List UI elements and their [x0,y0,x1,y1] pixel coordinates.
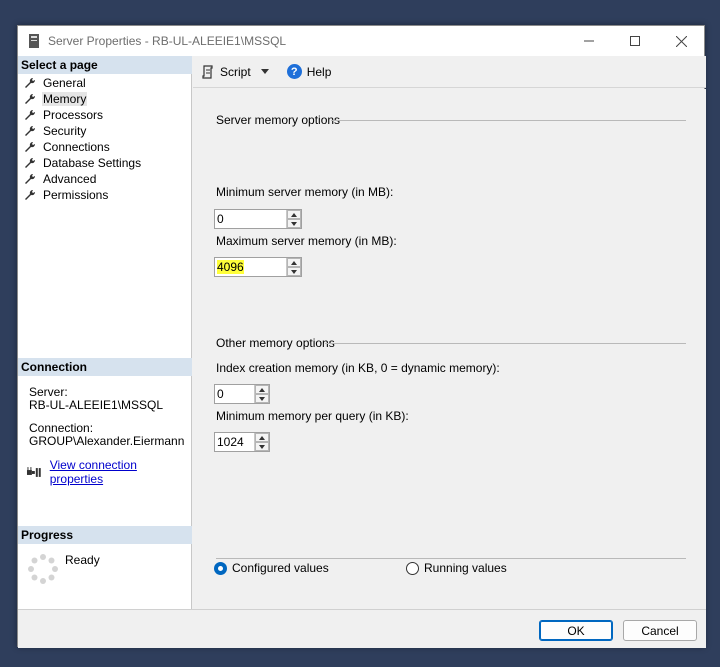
index-creation-memory-stepper[interactable]: 0 [214,384,270,404]
select-page-header: Select a page [18,56,192,74]
min-memory-per-query-label: Minimum memory per query (in KB): [216,409,409,423]
stepper-up-button[interactable] [287,258,301,267]
server-value: RB-UL-ALEEIE1\MSSQL [29,398,164,412]
page-item-label: Processors [43,108,104,122]
server-memory-group-title: Server memory options [216,113,341,127]
stepper-up-button[interactable] [255,385,269,394]
dialog-footer: OK Cancel [18,609,706,648]
page-item-label: Advanced [43,172,97,186]
script-label: Script [220,64,251,79]
other-memory-group-title: Other memory options [216,336,335,350]
configured-values-option[interactable]: Configured values [214,561,329,575]
wrench-icon [25,141,36,152]
min-memory-per-query-value[interactable]: 1024 [215,435,254,449]
index-creation-memory-value[interactable]: 0 [215,387,254,401]
server-icon [28,33,40,49]
wrench-icon [25,125,36,136]
connection-plug-icon [26,467,41,477]
group-divider [325,343,686,344]
script-icon [202,64,213,79]
page-item-label: Memory [42,92,88,106]
page-item-security[interactable]: Security [24,123,142,139]
maximize-button[interactable] [612,26,658,56]
configured-values-label: Configured values [232,561,329,575]
toolbar: Script ? Help [193,56,706,88]
page-item-connections[interactable]: Connections [24,139,142,155]
wrench-icon [25,109,36,120]
close-button[interactable] [658,26,704,56]
group-divider [331,120,686,121]
view-connection-row: View connection properties [26,458,191,486]
stepper-down-button[interactable] [255,442,269,451]
page-item-advanced[interactable]: Advanced [24,171,142,187]
wrench-icon [25,77,36,88]
script-button[interactable]: Script [201,65,277,79]
ok-button[interactable]: OK [539,620,613,641]
page-item-permissions[interactable]: Permissions [24,187,142,203]
chevron-down-icon[interactable] [260,69,269,74]
page-item-processors[interactable]: Processors [24,107,142,123]
configured-values-radio[interactable] [214,561,227,575]
title-bar[interactable]: Server Properties - RB-UL-ALEEIE1\MSSQL [18,26,704,56]
window-title: Server Properties - RB-UL-ALEEIE1\MSSQL [48,34,287,48]
page-item-memory[interactable]: Memory [24,91,142,107]
page-item-general[interactable]: General [24,75,142,91]
running-values-option[interactable]: Running values [406,561,507,575]
running-values-label: Running values [424,561,507,575]
wrench-icon [25,173,36,184]
connection-value: GROUP\Alexander.Eiermann [29,434,185,448]
min-memory-per-query-stepper[interactable]: 1024 [214,432,270,452]
help-label: Help [306,64,332,79]
help-button[interactable]: ? Help [286,64,332,79]
min-server-memory-value[interactable]: 0 [215,212,286,226]
help-icon: ? [286,64,302,79]
page-item-label: Permissions [43,188,109,202]
page-item-database-settings[interactable]: Database Settings [24,155,142,171]
max-server-memory-stepper[interactable]: 4096 [214,257,302,277]
server-properties-window: Server Properties - RB-UL-ALEEIE1\MSSQL … [17,25,706,648]
index-creation-memory-label: Index creation memory (in KB, 0 = dynami… [216,361,500,375]
minimize-icon [584,40,594,42]
progress-spinner-icon [28,554,58,584]
maximize-icon [630,36,640,46]
stepper-down-button[interactable] [287,267,301,276]
wrench-icon [25,93,36,104]
cancel-button[interactable]: Cancel [623,620,697,641]
max-server-memory-value: 4096 [217,260,244,274]
connection-header: Connection [18,358,192,376]
max-server-memory-field[interactable]: 4096 [215,260,286,274]
view-connection-properties-link[interactable]: View connection properties [50,458,191,486]
page-item-label: General [43,76,86,90]
progress-header: Progress [18,526,192,544]
page-list: General Memory Processors Security Conne… [24,75,142,203]
page-item-label: Security [43,124,87,138]
progress-status: Ready [65,553,100,567]
left-pane: Select a page General Memory Processors … [18,56,192,609]
stepper-up-button[interactable] [287,210,301,219]
wrench-icon [25,157,36,168]
wrench-icon [25,189,36,200]
radio-divider [216,558,686,559]
running-values-radio[interactable] [406,561,419,575]
page-item-label: Database Settings [43,156,142,170]
max-server-memory-label: Maximum server memory (in MB): [216,234,397,248]
min-server-memory-stepper[interactable]: 0 [214,209,302,229]
stepper-up-button[interactable] [255,433,269,442]
minimize-button[interactable] [566,26,612,56]
close-icon [675,35,687,47]
stepper-down-button[interactable] [255,394,269,403]
page-item-label: Connections [43,140,110,154]
memory-page: Server memory options Minimum server mem… [193,89,706,609]
stepper-down-button[interactable] [287,219,301,228]
min-server-memory-label: Minimum server memory (in MB): [216,185,394,199]
